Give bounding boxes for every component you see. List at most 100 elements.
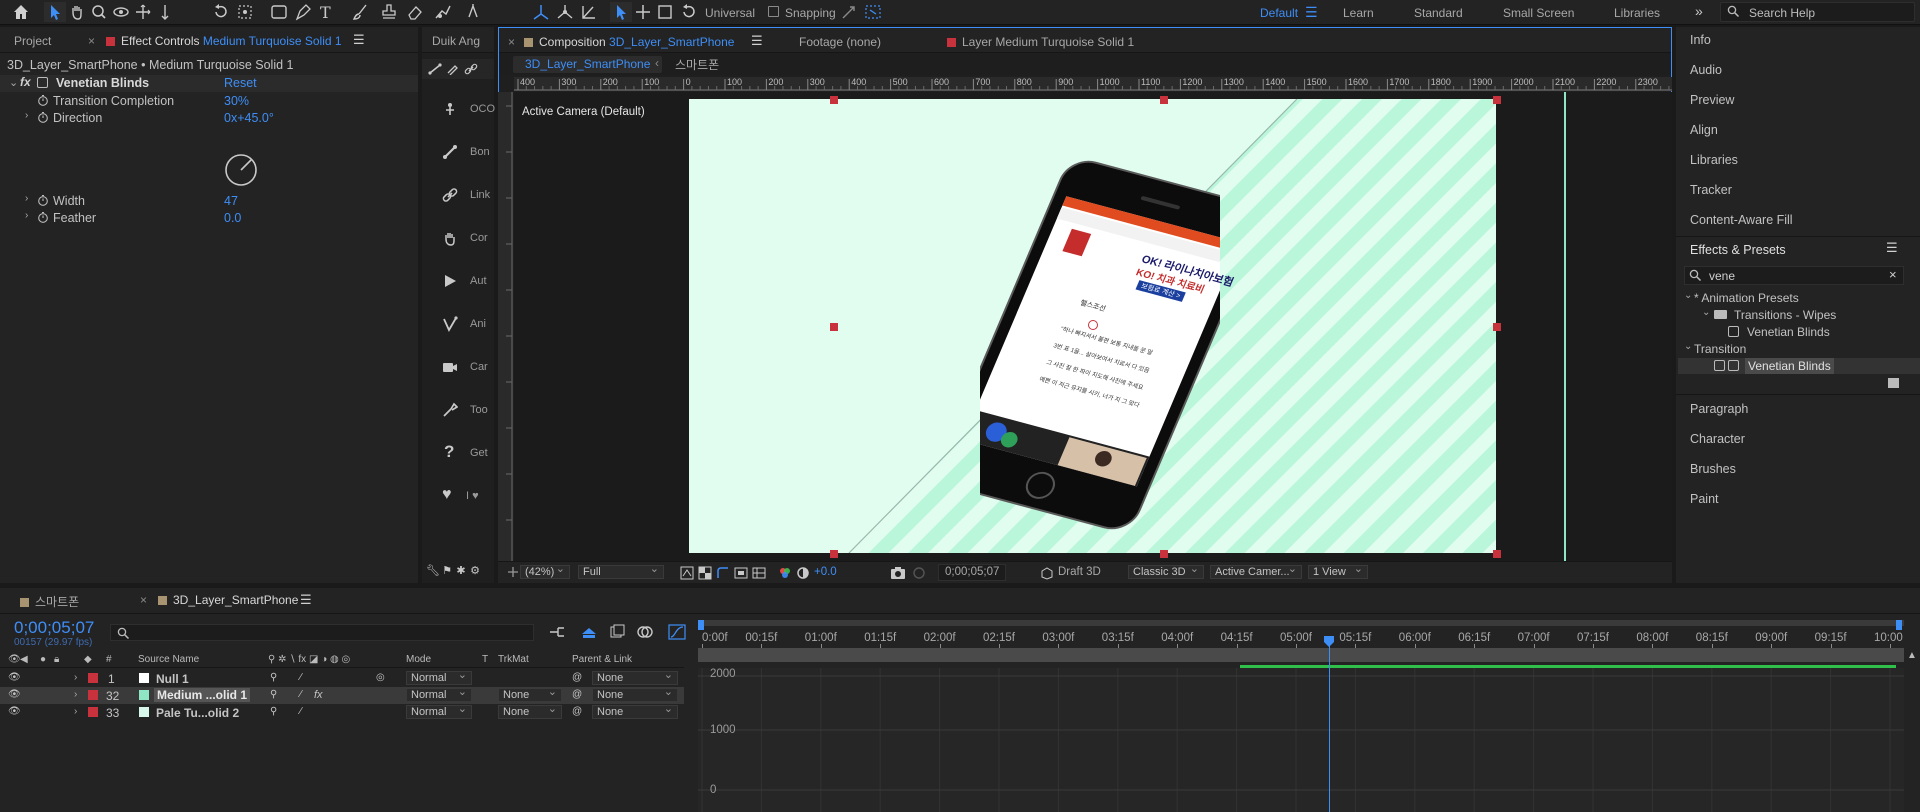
close-tab-icon[interactable]: × [88,34,95,48]
layer-handle[interactable] [1493,550,1501,558]
panel-audio[interactable]: Audio [1690,63,1722,77]
layer-name[interactable]: Pale Tu...olid 2 [156,706,239,720]
duik-item-love[interactable]: ♥ I ♥ [422,476,494,516]
more-workspaces-icon[interactable]: » [1695,3,1703,19]
pen-tool-icon[interactable] [292,2,314,22]
layer-handle[interactable] [1493,323,1501,331]
layer-handle[interactable] [1160,550,1168,558]
expand-caret-icon[interactable]: › [25,110,28,121]
expand-caret-icon[interactable]: › [25,193,28,204]
graph-editor-icon[interactable] [668,624,686,640]
roto-brush-icon[interactable] [432,2,454,22]
home-icon[interactable] [10,2,32,22]
effects-presets-title[interactable]: Effects & Presets [1690,243,1786,257]
effects-switch-icon[interactable]: fx [314,689,323,701]
duik-item-animation[interactable]: Ani [422,304,494,344]
duik-item-oco[interactable]: OCO [422,89,495,129]
collapse-caret-icon[interactable]: ⌄ [9,76,18,89]
draft-3d-label[interactable]: Draft 3D [1058,566,1101,578]
settings-icon[interactable]: ⚙ [468,564,482,577]
reset-link[interactable]: Reset [224,76,257,90]
layer-handle[interactable] [830,550,838,558]
zoom-slider-icon[interactable]: ▲ [1907,650,1917,661]
draft-3d-toggle-icon[interactable] [580,624,598,640]
panel-paint[interactable]: Paint [1690,492,1719,506]
panel-menu-icon[interactable]: ☰ [300,592,312,608]
panel-info[interactable]: Info [1690,33,1711,47]
zoom-select[interactable]: (42%) [520,563,570,579]
subtab-other-comp[interactable]: 스마트폰 [675,56,719,73]
effects-search-field[interactable]: vene × [1684,266,1904,285]
tab-effect-controls[interactable]: Effect Controls Medium Turquoise Solid 1 [106,34,342,48]
layer-label-color[interactable] [88,707,98,717]
column-mode[interactable]: Mode [406,654,431,665]
workspace-small-screen[interactable]: Small Screen [1503,6,1574,20]
snap-features-icon[interactable] [862,2,884,22]
show-snapshot-icon[interactable] [912,566,926,580]
run-icon[interactable]: ⚑ [440,564,454,577]
pan-camera-icon[interactable] [132,2,154,22]
expand-caret-icon[interactable]: › [25,210,28,221]
graph-scrollbar[interactable]: ▲ [1904,648,1920,812]
view-axis-icon[interactable] [578,2,600,22]
layer-handle[interactable] [830,96,838,104]
layer-handle[interactable] [1493,96,1501,104]
tab-layer[interactable]: Layer Medium Turquoise Solid 1 [947,35,1134,49]
parent-pickwhip-icon[interactable]: @ [572,689,582,700]
expand-caret-icon[interactable]: › [74,689,77,700]
panel-align[interactable]: Align [1690,123,1718,137]
column-source-name[interactable]: Source Name [138,654,199,665]
duik-item-tools[interactable]: Too [422,390,494,430]
shy-switch-icon[interactable]: ⚲ [270,706,277,717]
layer-handle[interactable] [830,323,838,331]
layer-parent-select[interactable]: None [592,686,678,702]
tree-item-preset-venetian-blinds[interactable]: Venetian Blinds [1678,324,1920,340]
layer-row-null-1[interactable]: 👁︎ › 1 Null 1 ⚲ ∕ ◎ Normal @ None [0,669,684,687]
stopwatch-icon[interactable] [37,194,49,206]
selection-tool-icon[interactable] [44,2,66,22]
workspace-standard[interactable]: Standard [1414,6,1463,20]
lock-icon[interactable]: 🔒︎ [54,654,59,665]
shy-switch-icon[interactable]: ⚲ [270,672,277,683]
layer-label-color[interactable] [88,690,98,700]
panel-menu-icon[interactable]: ☰ [1886,240,1898,256]
close-tab-icon[interactable]: × [140,593,147,607]
transparency-grid-icon[interactable] [698,566,712,580]
bones-icon[interactable] [426,63,444,75]
brush-tool-icon[interactable] [350,2,372,22]
panel-menu-icon[interactable]: ☰ [353,32,365,48]
draft-3d-icon[interactable] [1040,566,1054,580]
tab-duik[interactable]: Duik Ang [432,34,480,48]
mask-visibility-icon[interactable] [716,566,730,580]
layer-parent-select[interactable]: None [592,703,678,719]
workspace-menu-icon[interactable]: ☰ [1305,4,1318,21]
layer-row-medium-turquoise[interactable]: 👁︎ › 32 Medium ...olid 1 ⚲ ∕ fx Normal N… [0,686,684,704]
layer-row-pale-turquoise[interactable]: 👁︎ › 33 Pale Tu...olid 2 ⚲ ∕ Normal None… [0,703,684,721]
dolly-camera-icon[interactable] [154,2,176,22]
work-area-start-handle[interactable] [698,620,704,630]
always-preview-icon[interactable] [506,564,520,580]
quality-switch-icon[interactable]: ∕ [300,689,302,700]
clear-search-icon[interactable]: × [1889,267,1897,282]
property-value-input[interactable]: 0.0 [224,211,241,225]
playhead-handle[interactable] [1323,636,1335,648]
layer-trkmat-select[interactable]: None [498,703,562,719]
duik-item-bones[interactable]: Bon [422,132,494,172]
chain-link-icon[interactable] [462,63,480,75]
timeline-current-time[interactable]: 0;00;05;07 [14,618,94,638]
world-axis-icon[interactable] [554,2,576,22]
layer-label-color[interactable] [88,673,98,683]
panel-brushes[interactable]: Brushes [1690,462,1736,476]
stopwatch-icon[interactable] [37,211,49,223]
panel-tracker[interactable]: Tracker [1690,183,1732,197]
tree-item-transitions-wipes[interactable]: ⌄ Transitions - Wipes [1678,307,1920,323]
duik-item-automation[interactable]: Aut [422,261,494,301]
region-of-interest-icon[interactable] [734,566,748,580]
rectangle-tool-icon[interactable] [268,2,290,22]
duik-item-controllers[interactable]: Cor [422,218,494,258]
video-toggle-icon[interactable]: 👁︎ [8,654,21,665]
universal-transform-icon[interactable] [610,2,632,22]
quality-switch-icon[interactable]: ∕ [300,672,302,683]
close-tab-icon[interactable]: × [508,35,515,49]
tab-timeline-active[interactable]: 3D_Layer_SmartPhone [158,593,298,607]
